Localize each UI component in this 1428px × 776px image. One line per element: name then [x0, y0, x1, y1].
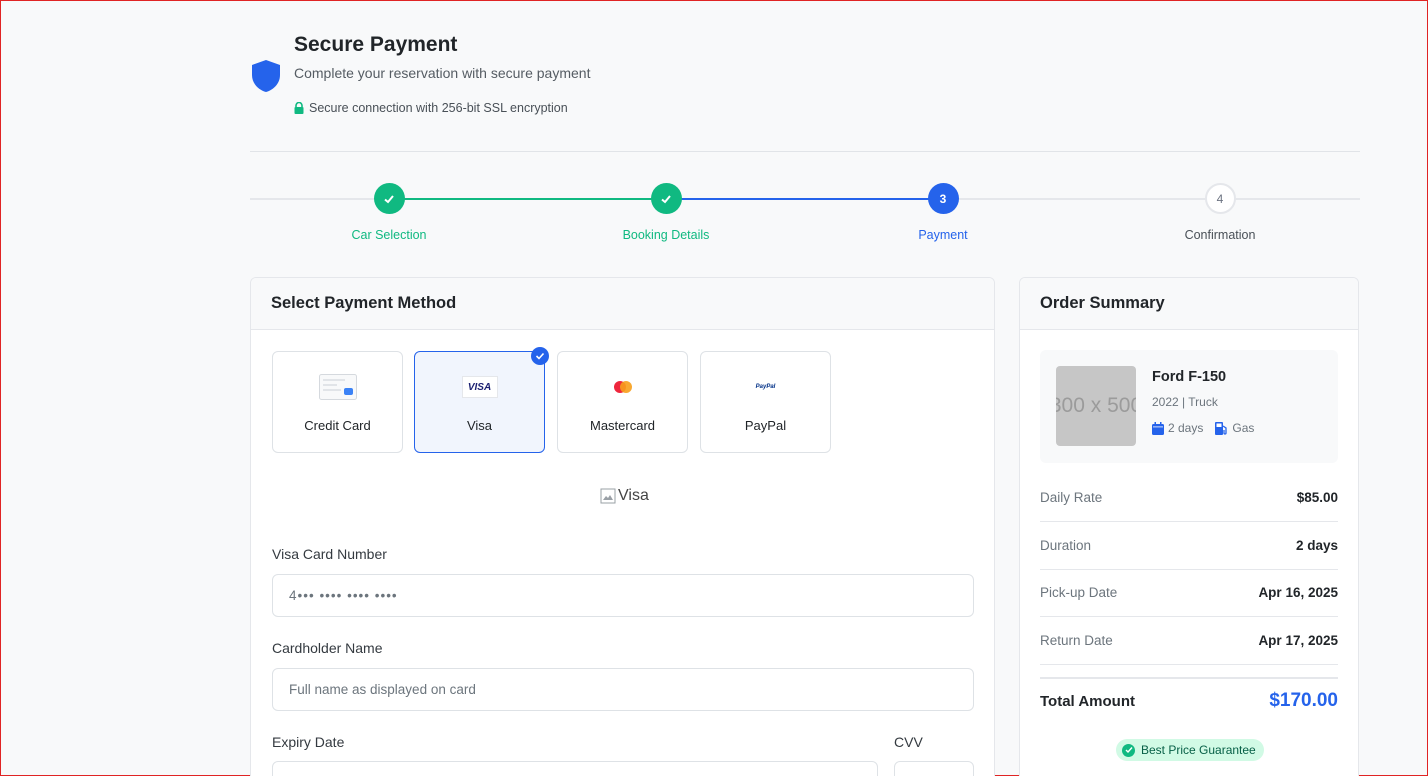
cardholder-label: Cardholder Name — [272, 640, 383, 656]
order-summary-card: Order Summary 300 x 500 Ford F-150 2022 … — [1019, 277, 1359, 776]
payment-method-card: Select Payment Method Credit Card VISA V… — [250, 277, 995, 776]
cardholder-name-input[interactable]: Full name as displayed on card — [272, 668, 974, 711]
car-name: Ford F-150 — [1152, 369, 1227, 385]
duration-tag: 2 days — [1152, 421, 1203, 435]
check-circle-icon — [1122, 743, 1135, 757]
progress-stepper: Car Selection Booking Details 3 Payment … — [250, 183, 1360, 253]
step-label: Payment — [918, 228, 968, 242]
selected-check-icon — [531, 347, 549, 365]
step-label: Booking Details — [622, 228, 710, 242]
fuel-text: Gas — [1232, 421, 1255, 435]
method-credit-card[interactable]: Credit Card — [272, 351, 403, 453]
header-divider — [250, 151, 1360, 152]
summary-title: Order Summary — [1020, 278, 1358, 330]
cardholder-placeholder: Full name as displayed on card — [289, 682, 476, 697]
credit-card-icon — [318, 374, 357, 400]
best-price-badge: Best Price Guarantee — [1116, 739, 1264, 761]
total-amount-row: Total Amount $170.00 — [1040, 690, 1338, 712]
gas-pump-icon — [1215, 421, 1228, 435]
car-info: 300 x 500 Ford F-150 2022 | Truck 2 days — [1040, 350, 1338, 463]
page-subtitle: Complete your reservation with secure pa… — [294, 65, 591, 81]
check-icon — [650, 183, 682, 214]
expiry-label: Expiry Date — [272, 734, 345, 750]
summary-row-pickup-date: Pick-up Date Apr 16, 2025 — [1040, 569, 1338, 617]
summary-row-daily-rate: Daily Rate $85.00 — [1040, 474, 1338, 522]
step-label: Car Selection — [351, 228, 427, 242]
card-brand-image: Visa — [600, 487, 649, 505]
car-meta: 2022 | Truck — [1152, 395, 1218, 409]
method-mastercard[interactable]: Mastercard — [557, 351, 688, 453]
check-icon — [373, 183, 405, 214]
cvv-input[interactable] — [894, 761, 974, 776]
calendar-icon — [1152, 421, 1164, 435]
row-label: Daily Rate — [1040, 490, 1103, 505]
page-title: Secure Payment — [294, 33, 458, 56]
expiry-date-input[interactable] — [272, 761, 878, 776]
row-label: Return Date — [1040, 633, 1113, 648]
visa-logo: VISA — [461, 376, 498, 398]
step-payment: 3 Payment — [873, 183, 1013, 242]
card-number-placeholder: 4••• •••• •••• •••• — [289, 588, 398, 603]
step-confirmation: 4 Confirmation — [1150, 183, 1290, 242]
broken-image-icon — [600, 488, 616, 504]
mastercard-logo — [613, 381, 632, 393]
method-label: Credit Card — [304, 418, 371, 433]
ssl-note-text: Secure connection with 256-bit SSL encry… — [309, 101, 568, 115]
step-car-selection: Car Selection — [319, 183, 459, 242]
ssl-note: Secure connection with 256-bit SSL encry… — [294, 101, 568, 115]
row-value: Apr 17, 2025 — [1258, 633, 1338, 648]
method-label: PayPal — [744, 418, 787, 433]
step-booking-details: Booking Details — [596, 183, 736, 242]
fuel-tag: Gas — [1215, 421, 1254, 435]
total-divider — [1040, 677, 1338, 679]
total-value: $170.00 — [1269, 690, 1338, 711]
car-tags: 2 days Gas — [1152, 421, 1266, 435]
summary-row-return-date: Return Date Apr 17, 2025 — [1040, 617, 1338, 665]
paypal-logo: PayPal — [755, 384, 776, 390]
card-number-input[interactable]: 4••• •••• •••• •••• — [272, 574, 974, 617]
row-value: Apr 16, 2025 — [1258, 585, 1338, 600]
car-image-placeholder: 300 x 500 — [1056, 366, 1136, 446]
duration-text: 2 days — [1168, 421, 1204, 435]
row-label: Pick-up Date — [1040, 585, 1118, 600]
guarantee-text: Best Price Guarantee — [1141, 743, 1256, 757]
step-number: 3 — [927, 183, 959, 214]
method-label: Visa — [466, 418, 493, 433]
cvv-label: CVV — [894, 734, 923, 750]
method-label: Mastercard — [589, 418, 656, 433]
row-label: Duration — [1040, 538, 1092, 553]
card-image-alt: Visa — [618, 487, 649, 504]
lock-icon — [294, 102, 304, 114]
method-paypal[interactable]: PayPal PayPal — [700, 351, 831, 453]
total-label: Total Amount — [1040, 692, 1135, 710]
card-number-label: Visa Card Number — [272, 546, 387, 562]
row-value: 2 days — [1295, 538, 1338, 553]
payment-card-title: Select Payment Method — [251, 278, 994, 330]
step-label: Confirmation — [1184, 228, 1256, 242]
row-value: $85.00 — [1296, 490, 1338, 505]
step-number: 4 — [1204, 183, 1236, 214]
summary-row-duration: Duration 2 days — [1040, 522, 1338, 570]
method-visa[interactable]: VISA Visa — [414, 347, 549, 453]
shield-icon — [252, 60, 280, 92]
